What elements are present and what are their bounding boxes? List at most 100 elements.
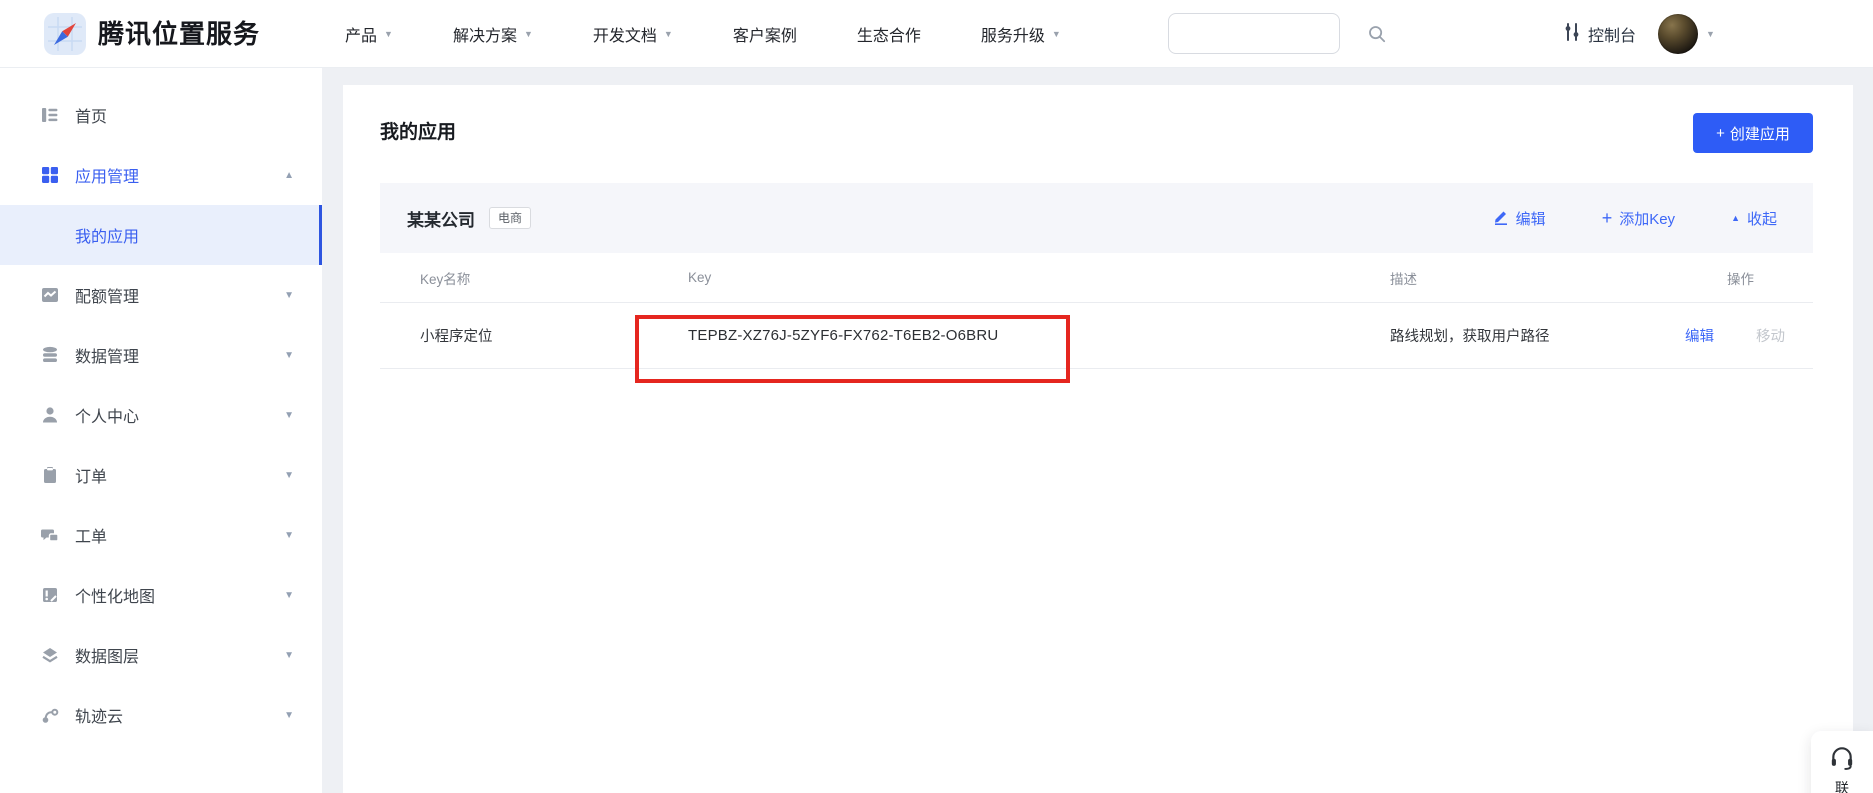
nav-item-products[interactable]: 产品 ▼ xyxy=(345,22,393,46)
key-table-header: Key名称 Key 描述 操作 xyxy=(380,253,1813,303)
top-nav: 产品 ▼ 解决方案 ▼ 开发文档 ▼ 客户案例 生态合作 服务升级 ▼ xyxy=(345,0,1061,68)
compass-logo-icon xyxy=(44,13,86,55)
pencil-icon xyxy=(1493,208,1509,229)
sidebar-item-label: 应用管理 xyxy=(75,163,139,187)
sidebar-item-quota[interactable]: 配额管理 ▼ xyxy=(0,265,322,325)
sidebar-item-label: 数据图层 xyxy=(75,643,139,667)
create-app-label: 创建应用 xyxy=(1730,123,1790,144)
column-header-key: Key xyxy=(688,270,1390,285)
collapse-link[interactable]: ▲ 收起 xyxy=(1731,208,1777,229)
edit-key-link[interactable]: 编辑 xyxy=(1685,325,1714,346)
nav-label: 生态合作 xyxy=(857,22,921,46)
move-key-link[interactable]: 移动 xyxy=(1756,325,1785,346)
sidebar-item-label: 个性化地图 xyxy=(75,583,155,607)
nav-item-upgrade[interactable]: 服务升级 ▼ xyxy=(981,22,1061,46)
column-header-operations: 操作 xyxy=(1685,268,1813,288)
nav-label: 产品 xyxy=(345,22,377,46)
sidebar-item-track-cloud[interactable]: 轨迹云 ▼ xyxy=(0,685,322,745)
key-value-cell: TEPBZ-XZ76J-5ZYF6-FX762-T6EB2-O6BRU xyxy=(688,327,1390,344)
top-header: 腾讯位置服务 产品 ▼ 解决方案 ▼ 开发文档 ▼ 客户案例 生态合作 服务升级… xyxy=(0,0,1873,68)
plus-icon: + xyxy=(1602,209,1613,227)
chevron-down-icon[interactable]: ▼ xyxy=(284,530,294,541)
search-icon[interactable] xyxy=(1368,25,1386,43)
console-label: 控制台 xyxy=(1588,22,1636,46)
chevron-down-icon[interactable]: ▼ xyxy=(284,710,294,721)
nav-item-docs[interactable]: 开发文档 ▼ xyxy=(593,22,673,46)
edit-app-link[interactable]: 编辑 xyxy=(1493,208,1546,229)
collapse-label: 收起 xyxy=(1747,208,1777,229)
chat-bubbles-icon xyxy=(40,525,60,545)
sidebar-item-home[interactable]: 首页 xyxy=(0,85,322,145)
main-content: 我的应用 + 创建应用 某某公司 电商 编辑 xyxy=(343,85,1853,793)
sidebar-item-label: 我的应用 xyxy=(75,223,139,247)
chevron-down-icon[interactable]: ▼ xyxy=(284,350,294,361)
app-category-tag: 电商 xyxy=(489,207,531,229)
search-box[interactable] xyxy=(1168,13,1340,54)
chevron-down-icon[interactable]: ▼ xyxy=(1706,30,1715,39)
sidebar-item-label: 个人中心 xyxy=(75,403,139,427)
sliders-icon xyxy=(1563,22,1581,47)
sidebar: 首页 应用管理 ▲ 我的应用 配额管理 ▼ xyxy=(0,68,322,793)
app-card-header: 某某公司 电商 编辑 + 添加Key ▲ xyxy=(380,183,1813,253)
sidebar-item-custom-map[interactable]: 个性化地图 ▼ xyxy=(0,565,322,625)
key-name-cell: 小程序定位 xyxy=(420,325,688,346)
sidebar-item-data-management[interactable]: 数据管理 ▼ xyxy=(0,325,322,385)
app-card: 某某公司 电商 编辑 + 添加Key ▲ xyxy=(380,183,1813,369)
nav-item-ecosystem[interactable]: 生态合作 xyxy=(857,22,921,46)
sidebar-item-orders[interactable]: 订单 ▼ xyxy=(0,445,322,505)
sidebar-item-my-apps[interactable]: 我的应用 xyxy=(0,205,322,265)
plus-icon: + xyxy=(1716,125,1725,142)
database-icon xyxy=(40,345,60,365)
headset-icon xyxy=(1829,744,1855,775)
sidebar-item-label: 首页 xyxy=(75,103,107,127)
track-route-icon xyxy=(40,705,60,725)
chevron-up-icon[interactable]: ▲ xyxy=(284,170,294,181)
customer-service-widget[interactable]: 联 xyxy=(1811,731,1873,793)
sidebar-item-label: 订单 xyxy=(75,463,107,487)
chart-icon xyxy=(40,285,60,305)
sidebar-item-label: 配额管理 xyxy=(75,283,139,307)
chevron-down-icon: ▼ xyxy=(1052,30,1061,39)
user-avatar[interactable] xyxy=(1658,14,1698,54)
customer-service-label: 联 xyxy=(1835,778,1849,793)
chevron-down-icon: ▼ xyxy=(664,30,673,39)
console-link[interactable]: 控制台 xyxy=(1563,0,1636,68)
user-icon xyxy=(40,405,60,425)
sidebar-item-app-management[interactable]: 应用管理 ▲ xyxy=(0,145,322,205)
logo-text: 腾讯位置服务 xyxy=(98,0,260,68)
chevron-down-icon[interactable]: ▼ xyxy=(284,470,294,481)
sidebar-item-label: 数据管理 xyxy=(75,343,139,367)
chevron-down-icon: ▼ xyxy=(524,30,533,39)
add-key-link[interactable]: + 添加Key xyxy=(1602,208,1675,229)
nav-item-solutions[interactable]: 解决方案 ▼ xyxy=(453,22,533,46)
key-description-cell: 路线规划，获取用户路径 xyxy=(1390,325,1685,346)
edit-app-label: 编辑 xyxy=(1516,208,1546,229)
add-key-label: 添加Key xyxy=(1619,208,1675,229)
chevron-down-icon[interactable]: ▼ xyxy=(284,290,294,301)
chevron-down-icon: ▼ xyxy=(384,30,393,39)
sidebar-item-personal-center[interactable]: 个人中心 ▼ xyxy=(0,385,322,445)
chevron-down-icon[interactable]: ▼ xyxy=(284,410,294,421)
nav-label: 解决方案 xyxy=(453,22,517,46)
column-header-key-name: Key名称 xyxy=(420,268,688,288)
layers-icon xyxy=(40,645,60,665)
column-header-description: 描述 xyxy=(1390,268,1685,288)
nav-item-cases[interactable]: 客户案例 xyxy=(733,22,797,46)
search-input[interactable] xyxy=(1169,14,1368,53)
sidebar-item-work-orders[interactable]: 工单 ▼ xyxy=(0,505,322,565)
clipboard-icon xyxy=(40,465,60,485)
chevron-down-icon[interactable]: ▼ xyxy=(284,590,294,601)
chevron-up-icon: ▲ xyxy=(1731,213,1740,223)
create-app-button[interactable]: + 创建应用 xyxy=(1693,113,1813,153)
nav-label: 开发文档 xyxy=(593,22,657,46)
nav-label: 客户案例 xyxy=(733,22,797,46)
sidebar-item-data-layers[interactable]: 数据图层 ▼ xyxy=(0,625,322,685)
sidebar-item-label: 轨迹云 xyxy=(75,703,123,727)
nav-label: 服务升级 xyxy=(981,22,1045,46)
grid-icon xyxy=(40,165,60,185)
key-table-row: 小程序定位 TEPBZ-XZ76J-5ZYF6-FX762-T6EB2-O6BR… xyxy=(380,303,1813,369)
app-name: 某某公司 xyxy=(407,206,475,231)
home-icon xyxy=(40,105,60,125)
chevron-down-icon[interactable]: ▼ xyxy=(284,650,294,661)
map-icon xyxy=(40,585,60,605)
